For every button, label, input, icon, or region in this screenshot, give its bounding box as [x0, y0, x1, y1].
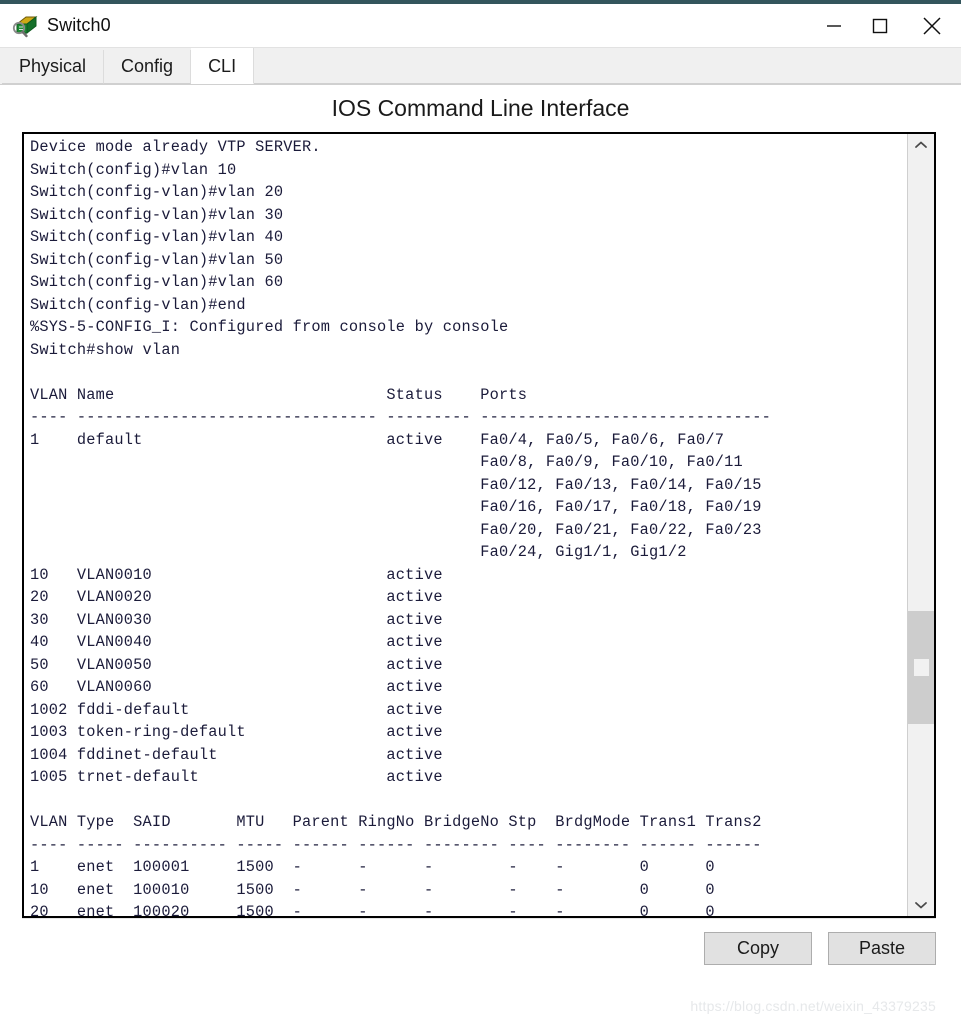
terminal-scrollbar[interactable]	[907, 134, 934, 916]
terminal-line: ---- -------------------------------- --…	[30, 408, 771, 426]
terminal-line: ---- ----- ---------- ----- ------ -----…	[30, 835, 762, 854]
scrollbar-thumb[interactable]	[908, 611, 934, 724]
terminal-line: Switch#show vlan	[30, 340, 181, 359]
terminal-line: 1004 fddinet-default active	[30, 745, 443, 764]
chevron-down-icon[interactable]	[908, 894, 934, 916]
minimize-icon[interactable]	[811, 4, 857, 48]
scrollbar-track[interactable]	[908, 156, 934, 894]
terminal-line: 60 VLAN0060 active	[30, 678, 443, 696]
switch-device-icon	[12, 13, 38, 39]
footer-bar: Copy Paste https://blog.csdn.net/weixin_…	[22, 918, 936, 1018]
terminal-container: Device mode already VTP SERVER. Switch(co…	[22, 132, 936, 918]
terminal-line: 40 VLAN0040 active	[30, 633, 443, 651]
terminal-line: Switch(config-vlan)#end	[30, 295, 246, 314]
terminal-line: Fa0/8, Fa0/9, Fa0/10, Fa0/11	[30, 453, 743, 471]
switch0-window: Switch0 Physical Config CLI IOS Command …	[0, 0, 961, 1018]
terminal-line: 50 VLAN0050 active	[30, 655, 443, 674]
page-title: IOS Command Line Interface	[331, 95, 630, 121]
terminal-line: Switch(config-vlan)#vlan 40	[30, 228, 284, 246]
terminal-line: 30 VLAN0030 active	[30, 610, 443, 629]
title-bar: Switch0	[0, 4, 961, 48]
terminal-line: Fa0/16, Fa0/17, Fa0/18, Fa0/19	[30, 498, 762, 516]
terminal-line: Switch(config-vlan)#vlan 60	[30, 273, 284, 291]
watermark: https://blog.csdn.net/weixin_43379235	[690, 998, 936, 1014]
terminal-line: Switch(config-vlan)#vlan 20	[30, 183, 284, 201]
terminal-line: 1005 trnet-default active	[30, 768, 443, 786]
terminal-line: 1 default active Fa0/4, Fa0/5, Fa0/6, Fa…	[30, 430, 725, 449]
tab-cli[interactable]: CLI	[191, 48, 255, 84]
terminal-line: 10 VLAN0010 active	[30, 565, 443, 584]
close-icon[interactable]	[903, 4, 961, 48]
terminal-line: 1003 token-ring-default active	[30, 723, 443, 741]
terminal-line: 20 enet 100020 1500 - - - - - 0 0	[30, 903, 715, 916]
terminal-line: 20 VLAN0020 active	[30, 588, 443, 606]
window-title: Switch0	[47, 15, 111, 35]
footer-button-row: Copy Paste	[704, 932, 936, 965]
terminal-line: 1002 fddi-default active	[30, 700, 443, 719]
terminal-line: 10 enet 100010 1500 - - - - - 0 0	[30, 880, 715, 899]
maximize-icon[interactable]	[857, 4, 903, 48]
copy-button[interactable]: Copy	[704, 932, 812, 965]
tab-bar-filler	[254, 50, 961, 84]
chevron-up-icon[interactable]	[908, 134, 934, 156]
terminal-line: VLAN Name Status Ports	[30, 385, 528, 404]
terminal-line: %SYS-5-CONFIG_I: Configured from console…	[30, 318, 509, 336]
terminal-line: Fa0/24, Gig1/1, Gig1/2	[30, 543, 687, 561]
terminal-line: VLAN Type SAID MTU Parent RingNo BridgeN…	[30, 813, 762, 831]
cli-panel: IOS Command Line Interface Device mode a…	[0, 85, 961, 1018]
tab-config[interactable]: Config	[104, 50, 192, 84]
terminal-line: Switch(config-vlan)#vlan 30	[30, 205, 284, 224]
terminal-line: Fa0/12, Fa0/13, Fa0/14, Fa0/15	[30, 475, 762, 494]
paste-button[interactable]: Paste	[828, 932, 936, 965]
terminal-output[interactable]: Device mode already VTP SERVER. Switch(co…	[24, 134, 907, 916]
terminal-line: Switch(config-vlan)#vlan 50	[30, 250, 284, 269]
terminal-line: Switch(config)#vlan 10	[30, 160, 237, 179]
tab-bar: Physical Config CLI	[0, 48, 961, 85]
terminal-line: Fa0/20, Fa0/21, Fa0/22, Fa0/23	[30, 520, 762, 539]
terminal-line: 1 enet 100001 1500 - - - - - 0 0	[30, 858, 715, 876]
terminal-line: Device mode already VTP SERVER.	[30, 138, 321, 156]
tab-physical[interactable]: Physical	[2, 50, 105, 84]
